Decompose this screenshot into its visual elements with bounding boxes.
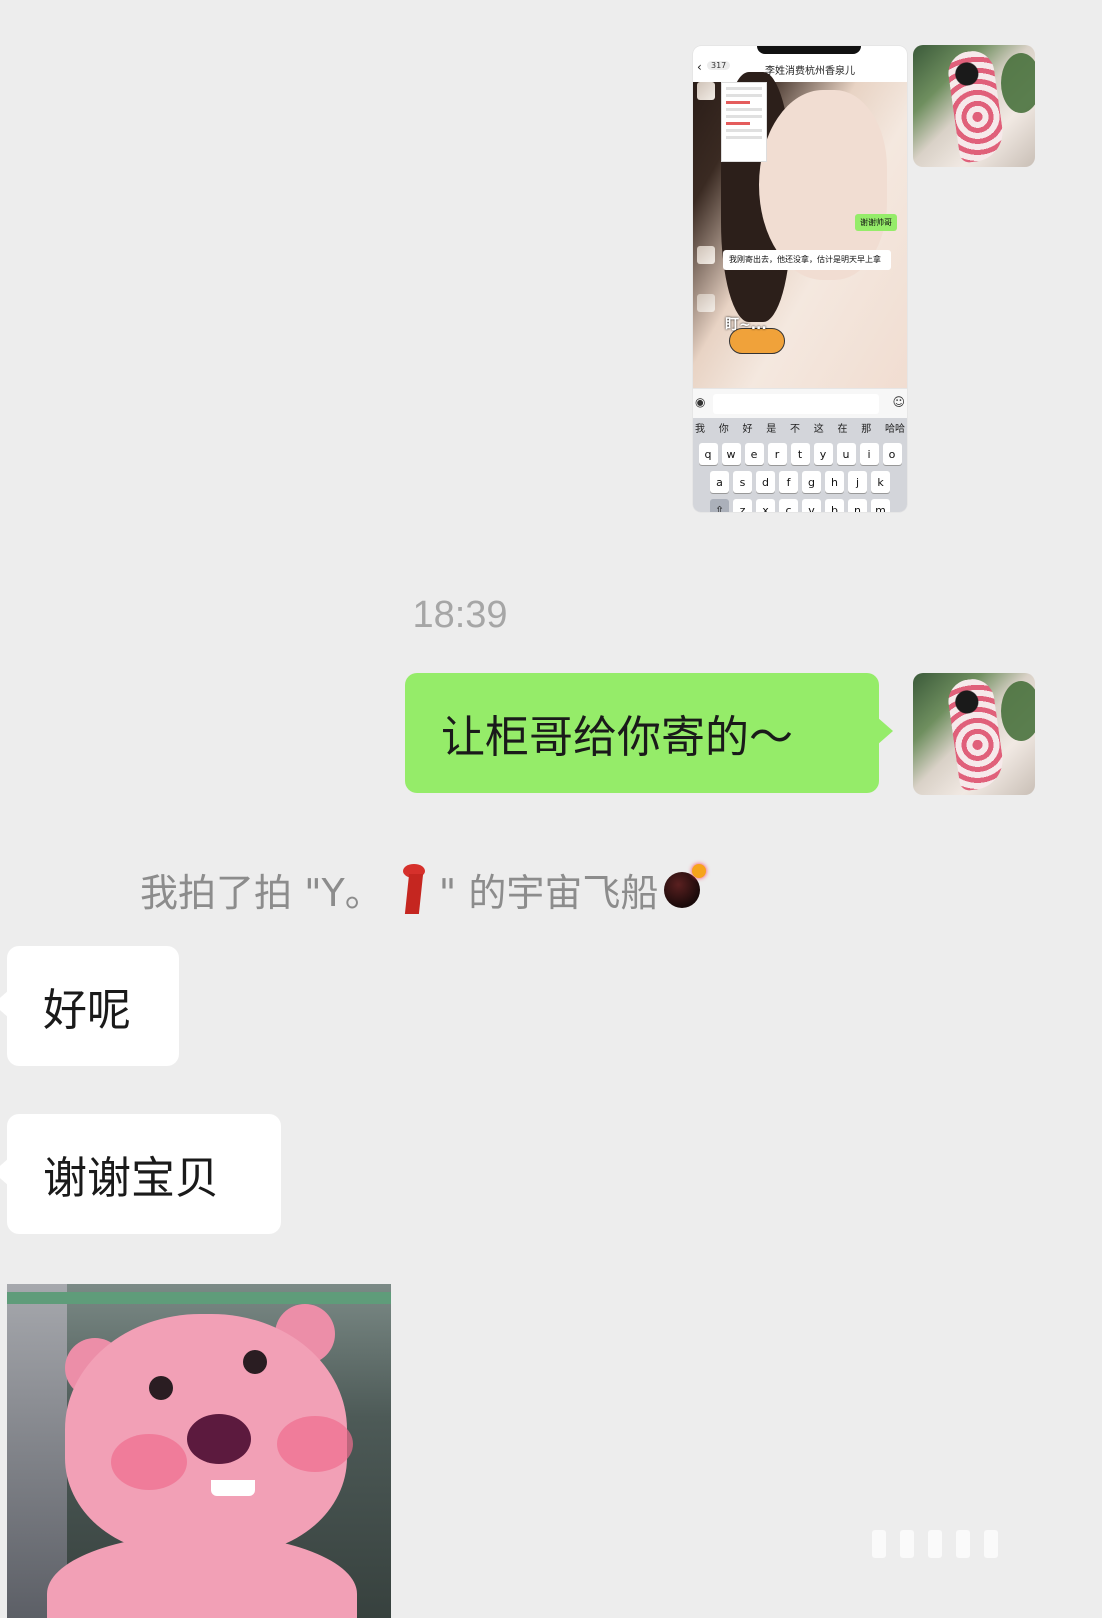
- candidate-word: 我: [695, 424, 705, 435]
- beaver-cheek: [277, 1416, 353, 1472]
- keyboard-key: c: [779, 499, 798, 512]
- beaver-eye: [149, 1376, 173, 1400]
- keyboard-key: i: [859, 443, 879, 465]
- sent-message-text: 让柜哥给你寄的～: [441, 712, 793, 763]
- keyboard-key: a: [710, 471, 729, 493]
- sticker-bg-shelf: [7, 1284, 67, 1618]
- candidate-word: 那: [861, 424, 872, 435]
- screenshot-chat-background: 谢谢帅哥 我刚寄出去，他还没拿，估计是明天早上拿 盯~...: [693, 72, 907, 388]
- self-avatar[interactable]: [913, 45, 1035, 167]
- scarf-emoji-icon: [399, 863, 429, 916]
- emoji-icon: ☺: [892, 395, 905, 409]
- phone-notch: [757, 46, 861, 54]
- screenshot-white-bubble: 我刚寄出去，他还没拿，估计是明天早上拿: [723, 250, 891, 270]
- candidate-word: 哈哈: [885, 424, 905, 435]
- candidate-word: 这: [813, 424, 824, 435]
- screenshot-avatar: [697, 82, 715, 100]
- received-message-bubble[interactable]: 好呢: [0, 946, 179, 1066]
- sticker-caption: 盯~...: [725, 317, 767, 333]
- received-message-bubble[interactable]: 谢谢宝贝: [0, 1114, 281, 1234]
- candidate-word: 你: [718, 424, 729, 435]
- screenshot-input-bar: ◉ ☺: [693, 388, 907, 419]
- avatar-plant: [1001, 53, 1035, 113]
- keyboard-row: qwertyuio: [693, 443, 907, 465]
- screenshot-nav-bar: ‹ 317 李姓消费杭州香泉儿: [693, 56, 907, 82]
- keyboard-key: y: [813, 443, 833, 465]
- avatar-figure: [945, 676, 1007, 792]
- keyboard-key: d: [756, 471, 775, 493]
- sent-message-bubble[interactable]: 让柜哥给你寄的～: [405, 673, 893, 793]
- screenshot-avatar: [697, 246, 715, 264]
- avatar-plant: [1001, 681, 1035, 741]
- pat-text-suffix: " 的宇宙飞船: [438, 871, 659, 915]
- received-message-text: 好呢: [43, 985, 131, 1036]
- keyboard-row: asdfghjk: [693, 471, 907, 493]
- beaver-cheek: [111, 1434, 187, 1490]
- keyboard-key: o: [882, 443, 902, 465]
- beaver-body: [47, 1534, 357, 1618]
- screenshot-text-field: [713, 394, 879, 414]
- keyboard-key: h: [825, 471, 844, 493]
- voice-icon: ◉: [695, 395, 706, 409]
- shift-key-icon: ⇧: [710, 499, 729, 512]
- keyboard-key: b: [825, 499, 844, 512]
- beaver-eye: [243, 1350, 267, 1374]
- keyboard-key: q: [698, 443, 718, 465]
- candidate-word: 不: [790, 424, 800, 435]
- self-avatar[interactable]: [913, 673, 1035, 795]
- bomb-emoji-icon: [662, 863, 707, 908]
- keyboard-key: x: [756, 499, 775, 512]
- screenshot-document: [721, 82, 767, 162]
- watermark: [872, 1530, 1062, 1558]
- keyboard-key: t: [790, 443, 810, 465]
- keyboard-key: m: [871, 499, 890, 512]
- pat-system-message: 我拍了拍 "Y。 " 的宇宙飞船: [140, 862, 707, 917]
- candidate-word: 是: [766, 424, 777, 435]
- keyboard-key: r: [767, 443, 787, 465]
- keyboard-key: s: [733, 471, 752, 493]
- sticker-bg-bar: [7, 1292, 391, 1304]
- image-message-screenshot[interactable]: ‹ 317 李姓消费杭州香泉儿 谢谢帅哥 我刚寄出去，他还没拿，估计是明天早上拿…: [693, 46, 907, 512]
- candidate-word: 好: [742, 424, 753, 435]
- keyboard-key: w: [721, 443, 741, 465]
- keyboard-key: n: [848, 499, 867, 512]
- keyboard-key: z: [733, 499, 752, 512]
- beaver-tooth: [211, 1480, 255, 1496]
- screenshot-green-bubble: 谢谢帅哥: [855, 214, 897, 231]
- beaver-nose: [187, 1414, 251, 1464]
- pat-text-prefix: 我拍了拍 "Y。: [140, 871, 383, 915]
- avatar-figure: [945, 48, 1007, 164]
- received-message-text: 谢谢宝贝: [43, 1153, 219, 1204]
- screenshot-keyboard: 我 你 好 是 不 这 在 那 哈哈 qwertyuio asdfghjk ⇧ z x c v b n m: [693, 418, 907, 512]
- keyboard-row: ⇧ z x c v b n m: [693, 499, 907, 512]
- candidate-word: 在: [837, 424, 848, 435]
- screenshot-dog-sticker: 盯~...: [723, 308, 789, 356]
- keyboard-key: j: [848, 471, 867, 493]
- keyboard-key: k: [871, 471, 890, 493]
- chat-timestamp: 18:39: [412, 594, 508, 636]
- keyboard-key: e: [744, 443, 764, 465]
- pink-beaver-sticker[interactable]: [7, 1284, 391, 1618]
- keyboard-key: g: [802, 471, 821, 493]
- keyboard-key: u: [836, 443, 856, 465]
- keyboard-key: f: [779, 471, 798, 493]
- screenshot-avatar: [697, 294, 715, 312]
- keyboard-key: v: [802, 499, 821, 512]
- candidate-bar: 我 你 好 是 不 这 在 那 哈哈: [693, 418, 907, 437]
- screenshot-chat-title: 李姓消费杭州香泉儿: [765, 66, 855, 77]
